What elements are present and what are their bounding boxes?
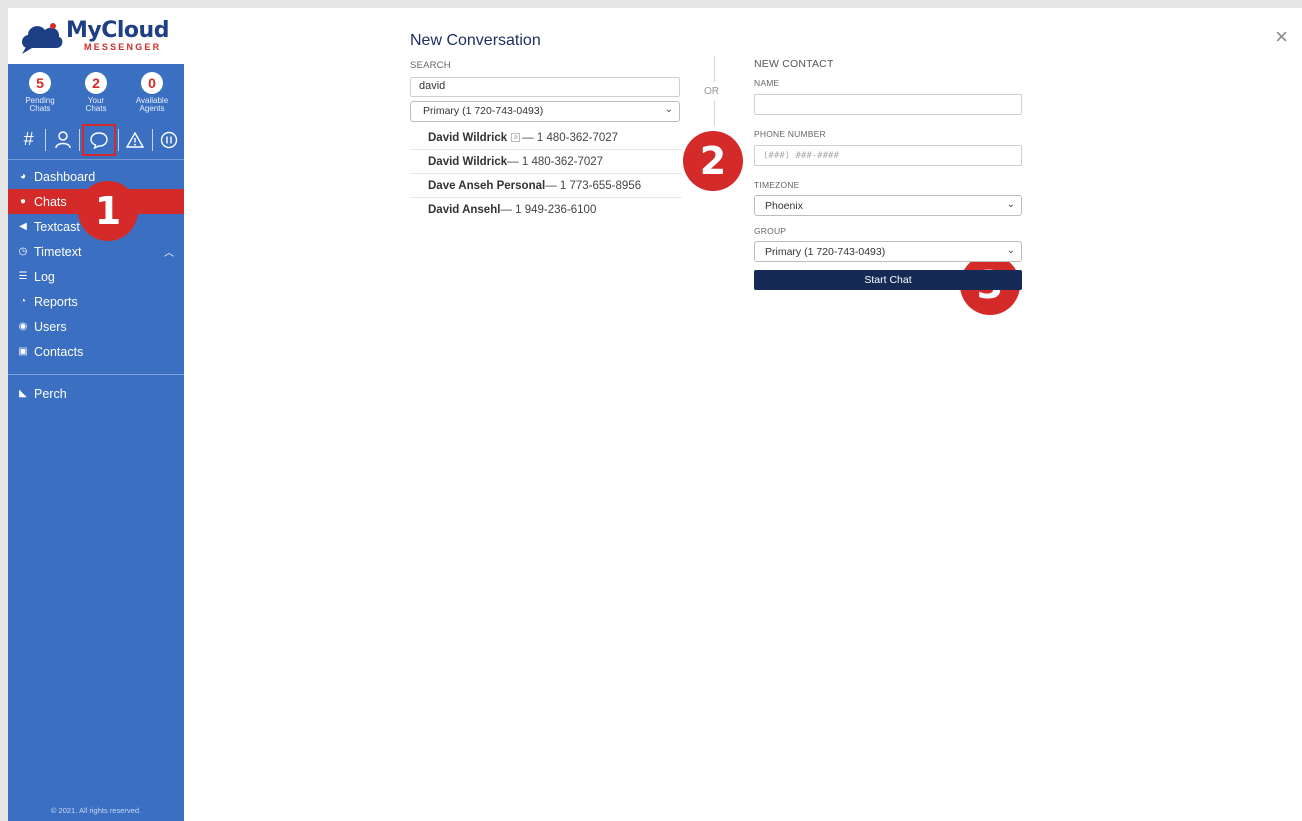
dashboard-icon: ◕ bbox=[19, 171, 27, 182]
stat-value: 5 bbox=[29, 72, 51, 94]
copyright: © 2021. All rights reserved. bbox=[50, 806, 142, 815]
brand-logo[interactable]: MyCloud MESSENGER bbox=[8, 8, 184, 64]
nav-label: Dashboard bbox=[34, 169, 96, 184]
contact-phone: — 1 949-236-6100 bbox=[500, 204, 597, 216]
contact-phone: — 1 480-362-7027 bbox=[522, 131, 619, 144]
separator bbox=[79, 128, 81, 151]
perch-icon: ◣ bbox=[19, 388, 27, 399]
nav-label: Contacts bbox=[34, 344, 84, 359]
dialog-title: New Conversation bbox=[410, 32, 541, 49]
contact-name: David Wildrick bbox=[428, 131, 508, 144]
chat-icon: ● bbox=[19, 196, 27, 207]
list-item[interactable]: David Ansehl — 1 949-236-6100 bbox=[410, 198, 682, 222]
divider bbox=[714, 100, 715, 126]
clock-icon: ◷ bbox=[18, 246, 28, 257]
stat-your-chats[interactable]: 2 Your Chats bbox=[71, 72, 121, 120]
user-icon[interactable] bbox=[48, 126, 77, 154]
cloud-logo-icon bbox=[18, 18, 64, 54]
list-item[interactable]: David Wildrick — 1 480-362-7027 bbox=[410, 150, 682, 174]
phone-label: PHONE NUMBER bbox=[754, 129, 826, 139]
separator bbox=[45, 128, 47, 151]
nav-label: Textcast bbox=[34, 219, 80, 234]
contact-phone: — 1 480-362-7027 bbox=[507, 155, 604, 168]
phone-field[interactable] bbox=[754, 145, 1022, 166]
hash-icon[interactable]: # bbox=[14, 126, 43, 154]
chevron-down-icon: ⌄ bbox=[1006, 245, 1015, 256]
stat-pending-chats[interactable]: 5 Pending Chats bbox=[15, 72, 65, 120]
nav-label: Chats bbox=[34, 194, 67, 209]
nav-item-perch[interactable]: ◣ Perch bbox=[8, 381, 184, 406]
contact-name: David Ansehl bbox=[428, 204, 501, 216]
stat-label: Available Agents bbox=[135, 96, 169, 113]
quick-icon-row: # bbox=[8, 120, 184, 160]
address-card-icon: ▣ bbox=[18, 346, 28, 357]
group-select[interactable]: Primary (1 720-743-0493) ⌄ bbox=[754, 241, 1022, 262]
search-input[interactable]: david bbox=[410, 77, 680, 97]
start-chat-button[interactable]: Start Chat bbox=[754, 270, 1022, 290]
list-item[interactable]: Dave Anseh Personal — 1 773-655-8956 bbox=[410, 174, 682, 198]
nav-item-log[interactable]: ☰ Log bbox=[8, 264, 184, 289]
select-value: Primary (1 720-743-0493) bbox=[765, 246, 886, 258]
select-value: Phoenix bbox=[765, 200, 803, 212]
stat-available-agents[interactable]: 0 Available Agents bbox=[127, 72, 177, 120]
stat-value: 0 bbox=[141, 72, 163, 94]
brand-name: MyCloud bbox=[66, 18, 169, 43]
separator bbox=[117, 128, 119, 151]
callout-1: 1 bbox=[78, 181, 138, 241]
broadcast-icon: ◀ bbox=[19, 221, 27, 232]
pie-chart-icon: ◔ bbox=[19, 296, 27, 307]
stat-label: Your Chats bbox=[85, 96, 107, 113]
name-field[interactable] bbox=[754, 94, 1022, 115]
group-label: GROUP bbox=[754, 226, 787, 236]
stat-value: 2 bbox=[85, 72, 107, 94]
stat-label: Pending Chats bbox=[25, 96, 55, 113]
contact-name: David Wildrick bbox=[428, 155, 508, 168]
user-circle-icon: ◉ bbox=[18, 321, 28, 332]
close-icon[interactable]: × bbox=[1275, 24, 1288, 50]
timezone-select[interactable]: Phoenix ⌄ bbox=[754, 195, 1022, 216]
search-results: David Wildrick a — 1 480-362-7027 David W… bbox=[410, 126, 682, 222]
nav-item-timetext[interactable]: ◷ Timetext ︿ bbox=[8, 239, 184, 264]
separator bbox=[151, 128, 153, 151]
chevron-down-icon: ⌄ bbox=[1006, 199, 1015, 210]
stats-bar: 5 Pending Chats 2 Your Chats 0 Available… bbox=[8, 64, 184, 120]
chevron-down-icon: ⌄ bbox=[664, 104, 673, 115]
chat-bubble-icon[interactable] bbox=[82, 123, 116, 156]
nav-label: Perch bbox=[34, 386, 67, 401]
or-label: OR bbox=[704, 86, 719, 97]
contact-tag-icon: a bbox=[511, 133, 521, 142]
timezone-label: TIMEZONE bbox=[754, 180, 800, 190]
nav-item-contacts[interactable]: ▣ Contacts bbox=[8, 339, 184, 364]
divider bbox=[714, 56, 715, 82]
new-conversation-dialog: × New Conversation SEARCH david Primary … bbox=[184, 8, 1302, 821]
nav-divider bbox=[8, 374, 184, 375]
nav-label: Reports bbox=[34, 294, 78, 309]
contact-name: Dave Anseh Personal bbox=[428, 179, 546, 192]
list-icon: ☰ bbox=[18, 271, 28, 282]
pause-icon[interactable] bbox=[155, 126, 184, 154]
contact-phone: — 1 773-655-8956 bbox=[545, 179, 642, 192]
search-group-select[interactable]: Primary (1 720-743-0493) ⌄ bbox=[410, 101, 680, 122]
nav-label: Users bbox=[34, 319, 67, 334]
list-item[interactable]: David Wildrick a — 1 480-362-7027 bbox=[410, 126, 682, 150]
nav-item-reports[interactable]: ◔ Reports bbox=[8, 289, 184, 314]
nav-label: Log bbox=[34, 269, 55, 284]
warning-icon[interactable] bbox=[121, 126, 150, 154]
nav-label: Timetext bbox=[34, 244, 82, 259]
search-column: SEARCH david Primary (1 720-743-0493) ⌄ … bbox=[410, 60, 682, 222]
nav-item-users[interactable]: ◉ Users bbox=[8, 314, 184, 339]
select-value: Primary (1 720-743-0493) bbox=[423, 105, 544, 117]
chevron-up-icon[interactable]: ︿ bbox=[164, 244, 174, 259]
new-contact-heading: NEW CONTACT bbox=[754, 58, 834, 70]
search-label: SEARCH bbox=[410, 60, 451, 71]
name-label: NAME bbox=[754, 78, 780, 88]
sidebar: MyCloud MESSENGER 5 Pending Chats 2 Your… bbox=[8, 8, 184, 821]
brand-sub: MESSENGER bbox=[84, 42, 162, 52]
new-contact-column: NEW CONTACT NAME PHONE NUMBER TIMEZONE P… bbox=[754, 58, 1024, 290]
